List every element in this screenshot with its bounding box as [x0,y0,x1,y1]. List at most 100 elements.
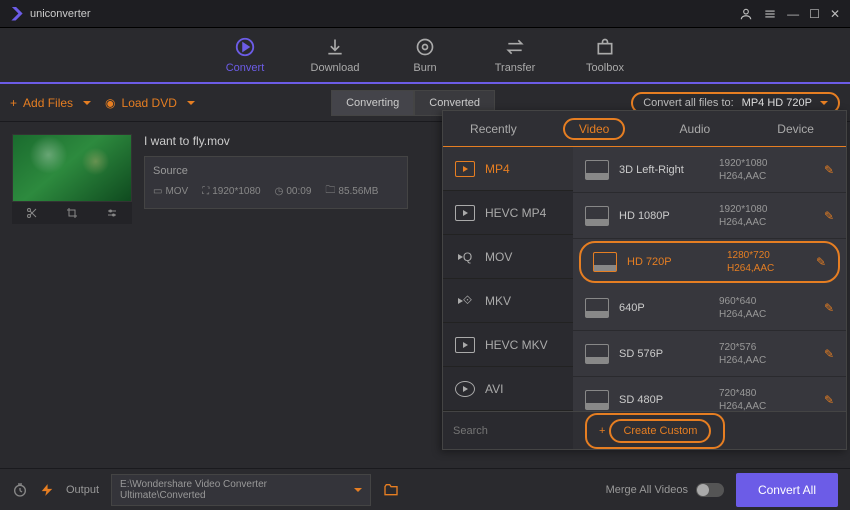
edit-preset-icon[interactable]: ✎ [824,347,834,361]
create-custom-button[interactable]: + Create Custom [585,413,725,449]
folder-open-icon[interactable] [383,482,399,498]
format-mov[interactable]: QMOV [443,235,573,279]
source-label: Source [153,165,399,177]
file-codec: ▭ MOV [153,186,188,197]
edit-preset-icon[interactable]: ✎ [824,209,834,223]
preset-hd-1080p[interactable]: HD 1080P 1920*1080H264,AAC ✎ [573,193,846,239]
converting-tab[interactable]: Converting [331,90,414,116]
tab-burn[interactable]: Burn [380,28,470,82]
app-logo-icon [10,7,24,21]
maximize-icon[interactable]: ☐ [809,7,820,21]
source-row: ▭ MOV ⛶ 1920*1080 ◷ 00:09 🗀 85.56MB [153,183,399,200]
file-duration: ◷ 00:09 [275,186,312,197]
preset-icon [593,252,617,272]
clock-icon[interactable] [12,482,28,498]
tab-label: Toolbox [586,62,624,74]
add-files-button[interactable]: + Add Files [10,96,91,110]
edit-preset-icon[interactable]: ✎ [816,255,826,269]
video-format-icon: Q [455,249,475,265]
search-input[interactable] [443,412,573,449]
panel-tab-recently[interactable]: Recently [443,111,544,146]
thumbnail-tools [12,202,132,224]
format-avi[interactable]: AVI [443,367,573,411]
footer: Output E:\Wondershare Video Converter Ul… [0,468,850,510]
main-tabs: Convert Download Burn Transfer Toolbox [0,28,850,84]
app-name: uniconverter [30,8,91,20]
video-format-icon [455,381,475,397]
format-panel: Recently Video Audio Device MP4 HEVC MP4… [442,110,847,450]
output-path-dropdown[interactable]: E:\Wondershare Video Converter Ultimate\… [111,474,371,506]
preset-sd-576p[interactable]: SD 576P 720*576H264,AAC ✎ [573,331,846,377]
cut-icon[interactable] [26,207,38,219]
transfer-icon [504,36,526,58]
tab-toolbox[interactable]: Toolbox [560,28,650,82]
tab-download[interactable]: Download [290,28,380,82]
crop-icon[interactable] [66,207,78,219]
file-name: I want to fly.mov [144,134,408,148]
titlebar-left: uniconverter [10,7,91,21]
format-mp4[interactable]: MP4 [443,147,573,191]
format-list[interactable]: MP4 HEVC MP4 QMOV ⟐MKV HEVC MKV AVI 🎬WMV [443,147,573,411]
preset-640p[interactable]: 640P 960*640H264,AAC ✎ [573,285,846,331]
preset-list[interactable]: 3D Left-Right 1920*1080H264,AAC ✎ HD 108… [573,147,846,411]
video-format-icon: ⟐ [455,293,475,309]
preset-icon [585,160,609,180]
format-hevc-mp4[interactable]: HEVC MP4 [443,191,573,235]
preset-icon [585,298,609,318]
account-icon[interactable] [739,7,753,21]
format-hevc-mkv[interactable]: HEVC MKV [443,323,573,367]
convert-icon [234,36,256,58]
preset-hd-720p[interactable]: HD 720P 1280*720H264,AAC ✎ [579,241,840,283]
preset-sd-480p[interactable]: SD 480P 720*480H264,AAC ✎ [573,377,846,411]
chevron-down-icon [83,101,91,105]
close-icon[interactable]: ✕ [830,7,840,21]
merge-toggle[interactable] [696,483,724,497]
menu-icon[interactable] [763,7,777,21]
merge-toggle-wrap: Merge All Videos [606,483,724,497]
titlebar: uniconverter — ☐ ✕ [0,0,850,28]
preset-3d-left-right[interactable]: 3D Left-Right 1920*1080H264,AAC ✎ [573,147,846,193]
load-dvd-label: Load DVD [122,96,177,110]
output-path-value: E:\Wondershare Video Converter Ultimate\… [120,479,350,501]
chevron-down-icon [187,101,195,105]
file-item: I want to fly.mov Source ▭ MOV ⛶ 1920*10… [0,122,420,472]
tab-transfer[interactable]: Transfer [470,28,560,82]
convert-target-label: Convert all files to: [643,97,733,109]
source-box: Source ▭ MOV ⛶ 1920*1080 ◷ 00:09 🗀 85.56… [144,156,408,209]
load-dvd-button[interactable]: ◉ Load DVD [105,96,195,110]
edit-preset-icon[interactable]: ✎ [824,163,834,177]
tab-label: Convert [226,62,265,74]
chevron-down-icon [354,488,362,492]
convert-target-value: MP4 HD 720P [742,97,812,109]
video-thumbnail[interactable] [12,134,132,202]
preset-icon [585,390,609,410]
video-format-icon [455,337,475,353]
toolbox-icon [594,36,616,58]
panel-tabs: Recently Video Audio Device [443,111,846,147]
preset-icon [585,344,609,364]
preset-icon [585,206,609,226]
edit-preset-icon[interactable]: ✎ [824,393,834,407]
panel-tab-audio[interactable]: Audio [645,111,746,146]
convert-all-button[interactable]: Convert All [736,473,838,507]
output-label: Output [66,484,99,496]
adjust-icon[interactable] [106,207,118,219]
file-meta: I want to fly.mov Source ▭ MOV ⛶ 1920*10… [144,134,408,460]
chevron-down-icon [820,101,828,105]
burn-icon [414,36,436,58]
tab-convert[interactable]: Convert [200,28,290,82]
create-custom-wrap: + Create Custom [573,412,846,449]
disc-icon: ◉ [105,96,115,110]
panel-tab-video[interactable]: Video [544,111,645,146]
search-box [443,412,573,449]
edit-preset-icon[interactable]: ✎ [824,301,834,315]
minimize-icon[interactable]: — [787,7,799,21]
video-format-icon [455,205,475,221]
file-size: 🗀 85.56MB [325,183,378,200]
panel-body: MP4 HEVC MP4 QMOV ⟐MKV HEVC MKV AVI 🎬WMV… [443,147,846,411]
tab-label: Download [311,62,360,74]
bolt-icon[interactable] [40,483,54,497]
download-icon [324,36,346,58]
panel-tab-device[interactable]: Device [745,111,846,146]
format-mkv[interactable]: ⟐MKV [443,279,573,323]
